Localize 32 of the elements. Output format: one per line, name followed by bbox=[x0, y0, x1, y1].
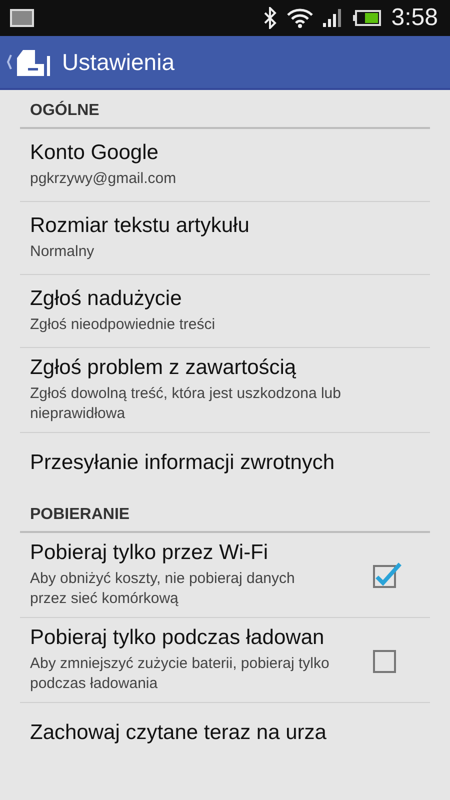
settings-item[interactable]: Pobieraj tylko przez Wi-Fi Aby obniżyć koszty, nie pobieraj danych przez sieć komórkową bbox=[20, 533, 430, 618]
item-title: Przesyłanie informacji zwrotnych bbox=[30, 451, 336, 475]
item-title: Pobieraj tylko przez Wi-Fi bbox=[30, 541, 270, 565]
screen-title: Ustawienia bbox=[62, 48, 174, 76]
settings-item[interactable]: Zgłoś nadużycie Zgłoś nieodpowiednie treści bbox=[20, 275, 430, 348]
item-title: Zgłoś problem z zawartością bbox=[30, 356, 298, 380]
settings-item[interactable]: Przesyłanie informacji zwrotnych bbox=[20, 433, 430, 494]
settings-item[interactable]: Rozmiar tekstu artykułu Normalny bbox=[20, 202, 430, 275]
item-title: Konto Google bbox=[30, 141, 160, 165]
settings-item[interactable]: Zgłoś problem z zawartością Zgłoś dowolną treść, która jest uszkodzona lub nieprawidłowa bbox=[20, 348, 430, 433]
settings-item[interactable]: Zachowaj czytane teraz na urza bbox=[20, 703, 430, 764]
clock: 3:58 bbox=[391, 4, 438, 32]
item-summary: pgkrzywy@gmail.com bbox=[30, 169, 178, 189]
item-title: Zachowaj czytane teraz na urza bbox=[30, 721, 328, 745]
checkbox[interactable] bbox=[372, 560, 402, 590]
item-title: Pobieraj tylko podczas ładowan bbox=[30, 626, 326, 650]
item-summary: Aby obniżyć koszty, nie pobieraj danych przez sieć komórkową bbox=[30, 569, 296, 609]
signal-icon bbox=[323, 9, 344, 27]
item-summary: Zgłoś dowolną treść, która jest uszkodzona lub nieprawidłowa bbox=[30, 384, 342, 424]
picture-icon bbox=[10, 9, 34, 27]
settings-item[interactable]: Pobieraj tylko podczas ładowan Aby zmniejszyć zużycie baterii, pobieraj tylko podczas ładowania bbox=[20, 618, 430, 703]
section-header: POBIERANIE bbox=[20, 494, 430, 533]
settings-item[interactable]: Konto Google pgkrzywy@gmail.com bbox=[20, 129, 430, 202]
section-header: OGÓLNE bbox=[20, 90, 430, 129]
wifi-icon bbox=[287, 8, 314, 28]
bluetooth-icon bbox=[263, 7, 278, 29]
item-summary: Aby zmniejszyć zużycie baterii, pobieraj tylko podczas ładowania bbox=[30, 654, 330, 694]
battery-icon bbox=[353, 10, 382, 26]
item-title: Rozmiar tekstu artykułu bbox=[30, 214, 250, 238]
item-summary: Zgłoś nieodpowiednie treści bbox=[30, 315, 216, 335]
item-summary: Normalny bbox=[30, 242, 96, 262]
item-title: Zgłoś nadużycie bbox=[30, 287, 183, 311]
